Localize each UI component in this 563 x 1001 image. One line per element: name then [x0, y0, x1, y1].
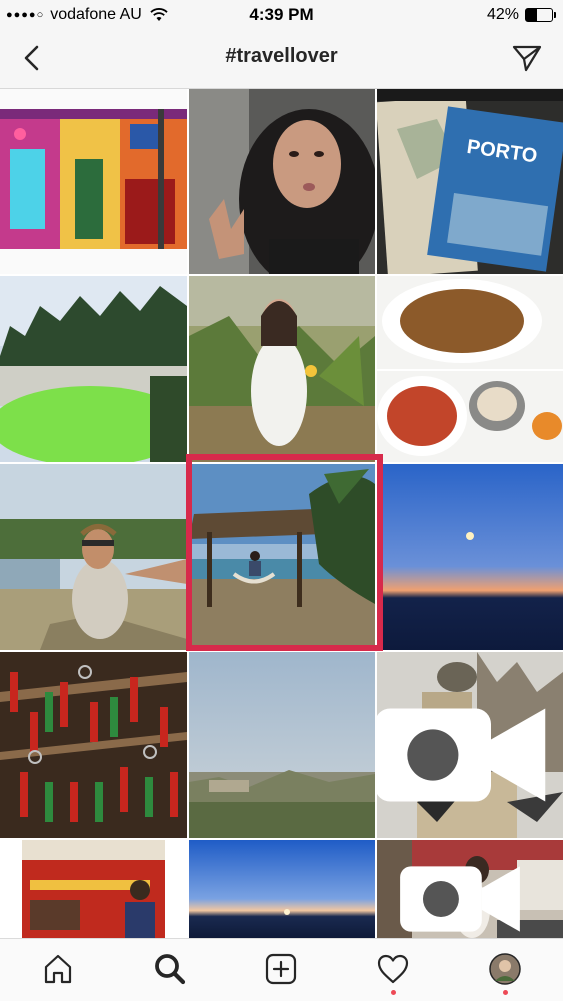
- navigation-bar: #travellover: [0, 30, 563, 89]
- food-collage-photo: [377, 276, 563, 462]
- chili-market-photo: [0, 652, 187, 838]
- avatar-icon: [489, 953, 521, 985]
- blue-horizon-photo: [189, 840, 375, 938]
- status-bar: ●●●●○ vodafone AU 4:39 PM 42%: [0, 0, 563, 30]
- paper-plane-icon: [512, 45, 542, 72]
- colorful-building-photo: [0, 89, 187, 274]
- grid-post-travel-books[interactable]: PORTO: [377, 89, 563, 274]
- travel-books-photo: PORTO: [377, 89, 563, 274]
- battery-icon: [525, 8, 556, 22]
- woman-in-white-photo: [189, 276, 375, 462]
- grid-post-shop-interior[interactable]: [0, 840, 187, 938]
- grid-post-chili-market[interactable]: [0, 652, 187, 838]
- tab-new-post[interactable]: [263, 951, 299, 987]
- beach-swing-photo: [189, 464, 375, 650]
- clock: 4:39 PM: [249, 5, 314, 24]
- post-grid: PORTO: [0, 89, 563, 938]
- grid-post-sunset[interactable]: [377, 464, 563, 650]
- grid-post-woman-in-white[interactable]: [189, 276, 375, 462]
- selfie-photo: [189, 89, 375, 274]
- video-camera-icon: [400, 866, 520, 932]
- tab-profile[interactable]: [487, 951, 523, 987]
- sunset-photo: [377, 464, 563, 650]
- grid-post-crater-lake[interactable]: [0, 276, 187, 462]
- grid-post-food-collage[interactable]: [377, 276, 563, 462]
- grid-post-kitchen[interactable]: [377, 840, 563, 938]
- heart-icon: [377, 954, 409, 984]
- share-button[interactable]: [511, 42, 543, 74]
- battery-percent: 42%: [486, 6, 519, 23]
- cyclist-photo: [0, 464, 187, 650]
- tab-activity[interactable]: [375, 951, 411, 987]
- grid-post-beach-swing[interactable]: [189, 464, 375, 650]
- grid-post-cyclist[interactable]: [0, 464, 187, 650]
- grid-post-colorful-building[interactable]: [0, 89, 187, 274]
- video-camera-icon: [377, 708, 546, 802]
- grid-post-blue-horizon[interactable]: [189, 840, 375, 938]
- tab-bar: [0, 938, 563, 1001]
- battery-level: [526, 9, 537, 21]
- tab-search[interactable]: [152, 951, 188, 987]
- grid-post-selfie[interactable]: [189, 89, 375, 274]
- page-title: #travellover: [225, 45, 338, 67]
- grid-post-pigeons-statue[interactable]: [377, 652, 563, 838]
- crater-lake-photo: [0, 276, 187, 462]
- status-right: 42%: [486, 6, 556, 24]
- hazy-city-photo: [189, 652, 375, 838]
- home-icon: [44, 954, 72, 984]
- tab-home[interactable]: [40, 951, 76, 987]
- grid-post-hazy-city[interactable]: [189, 652, 375, 838]
- activity-notification-dot: [391, 990, 396, 995]
- shop-interior-photo: [0, 840, 187, 938]
- plus-square-icon: [265, 953, 297, 985]
- profile-notification-dot: [503, 990, 508, 995]
- search-icon: [155, 954, 186, 985]
